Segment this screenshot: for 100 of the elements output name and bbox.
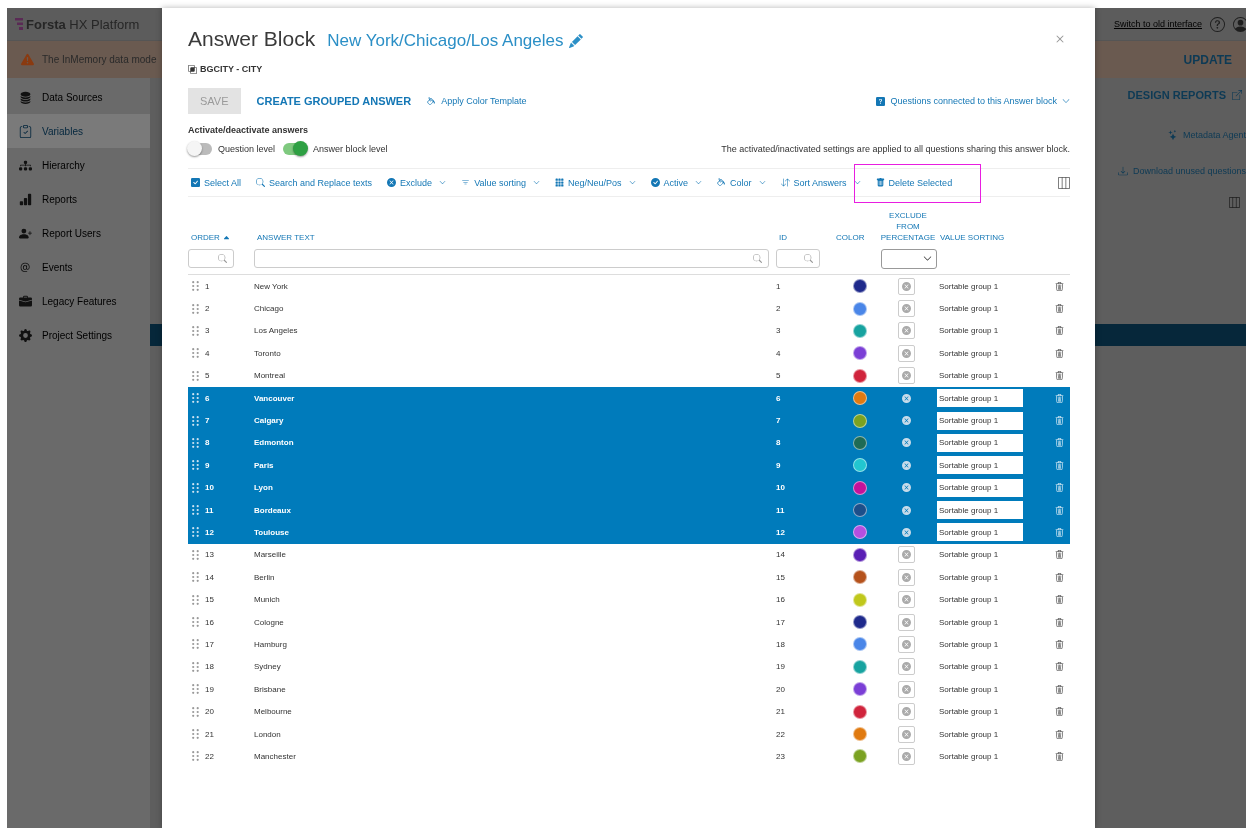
id-filter-field[interactable]: [776, 249, 820, 268]
color-dot[interactable]: [852, 413, 867, 428]
value-sorting-field[interactable]: Sortable group 1: [937, 389, 1023, 408]
table-row[interactable]: 9 Paris 9 Sortable group 1: [188, 454, 1070, 477]
color-dot[interactable]: [852, 368, 867, 383]
drag-handle-icon[interactable]: [192, 572, 199, 583]
drag-handle-icon[interactable]: [192, 661, 199, 672]
color-dot[interactable]: [852, 503, 867, 518]
value-sorting-field[interactable]: Sortable group 1: [937, 478, 1023, 497]
drag-handle-icon[interactable]: [192, 751, 199, 762]
exclude-toggle[interactable]: [898, 322, 915, 340]
color-dot[interactable]: [852, 749, 867, 764]
color-dot[interactable]: [852, 570, 867, 585]
color-dot[interactable]: [852, 727, 867, 741]
sidebar-item[interactable]: Legacy Features: [7, 284, 150, 318]
value-sorting-field[interactable]: Sortable group 1: [937, 433, 1023, 452]
color-dot[interactable]: [852, 391, 867, 406]
sidebar-item[interactable]: Reports: [7, 182, 150, 216]
delete-button[interactable]: [1055, 729, 1064, 739]
delete-button[interactable]: [1055, 371, 1064, 381]
color-dot[interactable]: [852, 682, 867, 697]
color-dot[interactable]: [852, 615, 867, 630]
exclude-toggle[interactable]: [898, 277, 915, 295]
sidebar-item[interactable]: Hierarchy: [7, 148, 150, 182]
drag-handle-icon[interactable]: [192, 325, 199, 336]
drag-handle-icon[interactable]: [192, 639, 199, 650]
exclude-toggle[interactable]: [898, 613, 915, 631]
color-dot[interactable]: [852, 637, 867, 652]
delete-button[interactable]: [1055, 662, 1064, 672]
color-dot[interactable]: [852, 435, 867, 450]
drag-handle-icon[interactable]: [192, 482, 199, 493]
toolbar-button[interactable]: Active: [650, 177, 703, 188]
delete-button[interactable]: [1055, 751, 1064, 761]
value-sorting-field[interactable]: Sortable group 1: [937, 411, 1023, 430]
delete-button[interactable]: [1055, 281, 1064, 291]
column-header[interactable]: VALUE SORTING: [937, 232, 1049, 243]
delete-button[interactable]: [1055, 483, 1064, 493]
color-dot[interactable]: [852, 525, 867, 540]
column-header[interactable]: ID: [776, 232, 833, 243]
drag-handle-icon[interactable]: [192, 617, 199, 628]
toolbar-button[interactable]: Exclude: [387, 177, 447, 188]
exclude-toggle[interactable]: [898, 344, 915, 362]
toolbar-button[interactable]: Search and Replace texts: [256, 177, 373, 188]
exclude-toggle[interactable]: [898, 367, 915, 385]
drag-handle-icon[interactable]: [192, 415, 199, 426]
color-dot[interactable]: [852, 659, 867, 674]
toggle-switch[interactable]: Question level: [188, 143, 276, 155]
color-dot[interactable]: [852, 458, 867, 473]
table-row[interactable]: 12 Toulouse 12 Sortable group 1: [188, 521, 1070, 544]
value-sorting-field[interactable]: Sortable group 1: [937, 501, 1023, 520]
delete-button[interactable]: [1055, 304, 1064, 314]
delete-button[interactable]: [1055, 639, 1064, 649]
color-dot[interactable]: [852, 279, 867, 294]
toolbar-button[interactable]: Select All: [191, 177, 242, 188]
drag-handle-icon[interactable]: [192, 729, 199, 739]
delete-button[interactable]: [1055, 595, 1064, 605]
drag-handle-icon[interactable]: [192, 684, 199, 695]
order-filter-field[interactable]: [188, 249, 234, 268]
delete-button[interactable]: [1055, 438, 1064, 448]
answer-text-filter-field[interactable]: [254, 249, 769, 268]
drag-handle-icon[interactable]: [192, 594, 199, 605]
drag-handle-icon[interactable]: [192, 370, 199, 381]
exclude-filter-select[interactable]: [881, 248, 937, 269]
drag-handle-icon[interactable]: [192, 505, 199, 516]
table-row[interactable]: 6 Vancouver 6 Sortable group 1: [188, 386, 1070, 410]
sidebar-item[interactable]: Data Sources: [7, 80, 150, 114]
drag-handle-icon[interactable]: [192, 706, 199, 717]
sidebar-item[interactable]: Events: [7, 250, 150, 284]
value-sorting-field[interactable]: Sortable group 1: [937, 456, 1023, 475]
drag-handle-icon[interactable]: [192, 527, 199, 538]
column-header[interactable]: ORDER: [188, 232, 254, 243]
delete-button[interactable]: [1055, 348, 1064, 358]
exclude-toggle[interactable]: [898, 703, 915, 721]
color-dot[interactable]: [852, 547, 867, 562]
columns-button[interactable]: [1058, 176, 1070, 189]
delete-button[interactable]: [1055, 707, 1064, 717]
toggle-switch[interactable]: Answer block level: [283, 143, 388, 155]
drag-handle-icon[interactable]: [192, 549, 199, 560]
exclude-toggle[interactable]: [898, 747, 915, 765]
table-row[interactable]: 10 Lyon 10 Sortable group 1: [188, 476, 1070, 499]
toolbar-button[interactable]: Sort Answers: [780, 177, 861, 188]
color-dot[interactable]: [852, 346, 867, 361]
delete-button[interactable]: [1055, 684, 1064, 694]
column-header[interactable]: EXCLUDE FROM PERCENTAGE: [876, 210, 937, 243]
drag-handle-icon[interactable]: [192, 393, 199, 404]
exclude-toggle[interactable]: [898, 635, 915, 653]
toolbar-button[interactable]: Neg/Neu/Pos: [555, 177, 636, 188]
column-header[interactable]: ANSWER TEXT: [254, 232, 776, 243]
delete-button[interactable]: [1055, 505, 1064, 515]
delete-button[interactable]: [1055, 393, 1064, 403]
sidebar-item[interactable]: Report Users: [7, 216, 150, 250]
sidebar-item[interactable]: Variables: [7, 114, 150, 148]
exclude-toggle[interactable]: [898, 680, 915, 698]
apply-color-template-button[interactable]: Apply Color Template: [427, 96, 527, 106]
color-dot[interactable]: [852, 480, 867, 495]
exclude-toggle[interactable]: [898, 725, 915, 743]
delete-button[interactable]: [1055, 416, 1064, 426]
toolbar-button[interactable]: Value sorting: [461, 177, 540, 188]
drag-handle-icon[interactable]: [192, 303, 199, 314]
table-row[interactable]: 8 Edmonton 8 Sortable group 1: [188, 431, 1070, 455]
